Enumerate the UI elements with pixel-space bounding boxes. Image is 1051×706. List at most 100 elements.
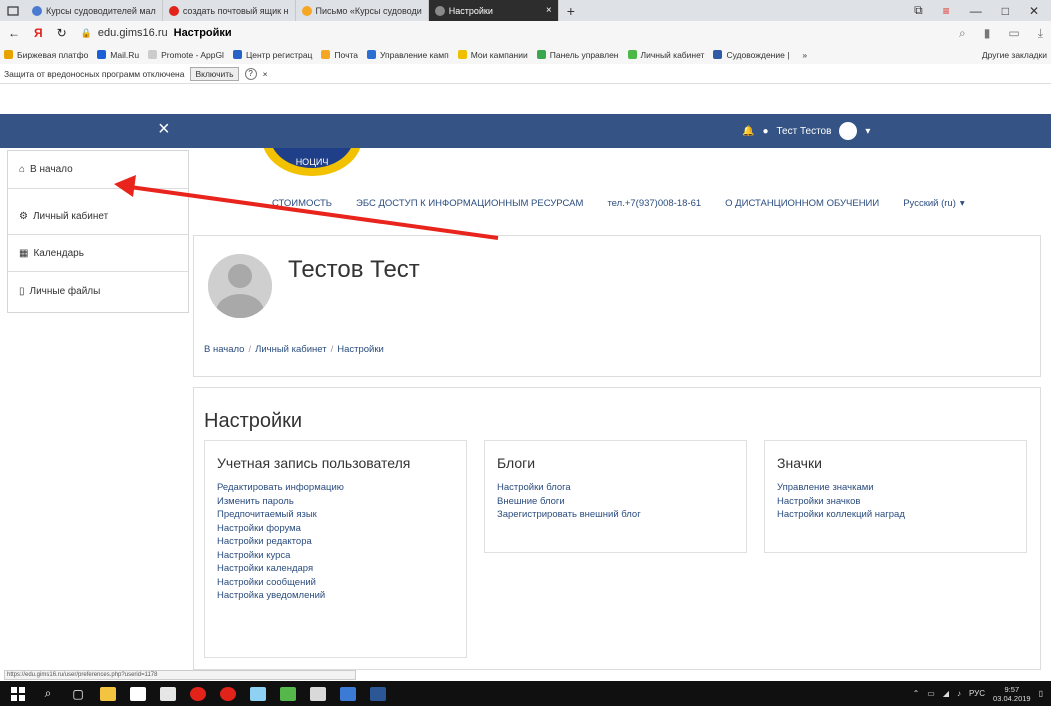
bell-icon[interactable]: 🔔	[742, 126, 754, 137]
file-explorer-icon[interactable]	[96, 685, 120, 703]
bookmark-item[interactable]: Биржевая платфо	[4, 50, 88, 60]
link-calendar-preferences[interactable]: Настройки календаря	[217, 562, 454, 576]
link-course-preferences[interactable]: Настройки курса	[217, 549, 454, 563]
drawer-item-files[interactable]: ▯ Личные файлы	[8, 273, 188, 309]
chevron-up-icon[interactable]: ⌃	[913, 689, 920, 698]
link-forum-preferences[interactable]: Настройки форума	[217, 522, 454, 536]
link-backpack-settings[interactable]: Настройки коллекций наград	[777, 508, 1014, 522]
user-menu-name[interactable]: Тест Тестов	[777, 126, 832, 137]
battery-icon[interactable]: ▭	[927, 689, 935, 698]
breadcrumb-current[interactable]: Настройки	[337, 344, 384, 355]
language-menu[interactable]: Русский (ru) ▾	[903, 198, 964, 209]
nav-link-ebs[interactable]: ЭБС ДОСТУП К ИНФОРМАЦИОННЫМ РЕСУРСАМ	[356, 198, 583, 209]
new-tab-button[interactable]: +	[567, 3, 575, 19]
drawer-item-label: В начало	[30, 164, 73, 175]
breadcrumb-dashboard[interactable]: Личный кабинет	[255, 344, 326, 355]
settings-section-badges: Значки Управление значками Настройки зна…	[764, 440, 1027, 553]
link-blog-preferences[interactable]: Настройки блога	[497, 481, 734, 495]
site-emblem[interactable]: НОЦИЧ	[256, 148, 368, 180]
clock[interactable]: 9:57 03.04.2019	[993, 685, 1031, 703]
bookmark-item[interactable]: Mail.Ru	[97, 50, 139, 60]
word-icon[interactable]	[366, 685, 390, 703]
notes-icon[interactable]	[246, 685, 270, 703]
link-badge-preferences[interactable]: Настройки значков	[777, 495, 1014, 509]
site-header: × 🔔 ● Тест Тестов ▾	[0, 114, 1051, 148]
url-field[interactable]: 🔒 edu.gims16.ru Настройки	[81, 27, 232, 39]
clock-date: 03.04.2019	[993, 693, 1031, 703]
photo-app-icon[interactable]	[336, 685, 360, 703]
close-window-button[interactable]: ✕	[1029, 4, 1039, 18]
close-notice-icon[interactable]: ×	[263, 69, 268, 79]
link-edit-profile[interactable]: Редактировать информацию	[217, 481, 454, 495]
nav-link-price[interactable]: СТОИМОСТЬ	[272, 198, 332, 209]
mail-icon[interactable]	[156, 685, 180, 703]
search-icon[interactable]: ⌕	[36, 685, 60, 703]
nav-link-distance[interactable]: О ДИСТАНЦИОННОМ ОБУЧЕНИИ	[725, 198, 879, 209]
bookmark-item[interactable]: Promote - AppGl	[148, 50, 224, 60]
notification-center-icon[interactable]: ▯	[1039, 689, 1043, 698]
back-icon[interactable]: ←	[8, 26, 20, 40]
maximize-button[interactable]: □	[1002, 4, 1009, 18]
yandex-logo-icon[interactable]: Я	[34, 26, 43, 40]
chat-icon[interactable]: ●	[762, 126, 768, 137]
bookmark-label: Управление камп	[380, 49, 449, 60]
tab-settings[interactable]: Настройки ×	[428, 0, 559, 21]
browser-tab-bar: Курсы судоводителей мал создать почтовый…	[0, 0, 1051, 21]
store-icon[interactable]	[126, 685, 150, 703]
reload-icon[interactable]: ↻	[57, 26, 67, 40]
link-manage-badges[interactable]: Управление значками	[777, 481, 1014, 495]
tab-list-icon[interactable]	[6, 4, 20, 18]
chevron-down-icon[interactable]: ▾	[865, 126, 870, 137]
enable-button[interactable]: Включить	[190, 66, 239, 81]
task-view-icon[interactable]: ▢	[66, 685, 90, 703]
arrow-app-icon[interactable]	[276, 685, 300, 703]
network-icon[interactable]: ◢	[943, 689, 949, 698]
bookmark-icon	[713, 50, 723, 59]
bookmark-item[interactable]: Судовождение |	[713, 50, 789, 60]
tab-courses[interactable]: Курсы судоводителей мал	[26, 0, 163, 21]
link-preferred-language[interactable]: Предпочитаемый язык	[217, 508, 454, 522]
bookmark-icon[interactable]: ▮	[984, 26, 991, 41]
editor-icon[interactable]	[306, 685, 330, 703]
user-picture[interactable]	[208, 254, 272, 318]
nav-phone[interactable]: тел.+7(937)008-18-61	[607, 198, 701, 209]
drawer-item-home[interactable]: ⌂ В начало	[8, 151, 188, 189]
yandex-browser-icon[interactable]	[216, 685, 240, 703]
url-domain: edu.gims16.ru	[97, 27, 168, 39]
link-change-password[interactable]: Изменить пароль	[217, 495, 454, 509]
avatar[interactable]	[839, 122, 858, 140]
reading-mode-icon[interactable]: ⧉	[914, 3, 923, 18]
link-external-blogs[interactable]: Внешние блоги	[497, 495, 734, 509]
search-icon[interactable]: ⌕	[959, 26, 966, 41]
tab-create-mailbox[interactable]: создать почтовый ящик н	[163, 0, 296, 21]
bookmark-item[interactable]: Панель управлен	[536, 50, 619, 60]
close-tab-icon[interactable]: ×	[546, 5, 552, 16]
bookmark-item[interactable]: Управление камп	[367, 50, 449, 60]
link-editor-preferences[interactable]: Настройки редактора	[217, 535, 454, 549]
minimize-button[interactable]: —	[970, 4, 982, 18]
opera-icon[interactable]	[186, 685, 210, 703]
link-notification-preferences[interactable]: Настройка уведомлений	[217, 589, 454, 603]
link-message-preferences[interactable]: Настройки сообщений	[217, 576, 454, 590]
bookmark-icon	[536, 50, 546, 59]
bookmark-item[interactable]: Почта	[321, 50, 358, 60]
bookmark-label: Мои кампании	[470, 49, 528, 60]
tab-letter[interactable]: Письмо «Курсы судоводи	[296, 0, 429, 21]
help-icon[interactable]: ?	[244, 67, 257, 80]
notifications-icon[interactable]: ≡	[943, 4, 950, 18]
windows-start-icon[interactable]	[6, 685, 30, 703]
breadcrumb-home[interactable]: В начало	[204, 344, 244, 355]
keyboard-language[interactable]: РУС	[969, 689, 985, 698]
other-bookmarks[interactable]: Другие закладки	[982, 50, 1051, 60]
bookmark-item[interactable]: Личный кабинет	[627, 50, 704, 60]
bookmark-item[interactable]: Центр регистрац	[232, 50, 312, 60]
drawer-item-dashboard[interactable]: ⚙ Личный кабинет	[8, 199, 188, 235]
link-register-external-blog[interactable]: Зарегистрировать внешний блог	[497, 508, 734, 522]
bookmark-item[interactable]: Мои кампании	[457, 49, 528, 60]
close-drawer-button[interactable]: ×	[158, 118, 170, 141]
bookmarks-more-button[interactable]: »	[802, 50, 807, 60]
extension-icon[interactable]: ▭	[1008, 26, 1019, 41]
download-icon[interactable]: ⤓	[1038, 26, 1043, 41]
drawer-item-calendar[interactable]: ▦ Календарь	[8, 236, 188, 272]
volume-icon[interactable]: ♪	[957, 689, 961, 698]
